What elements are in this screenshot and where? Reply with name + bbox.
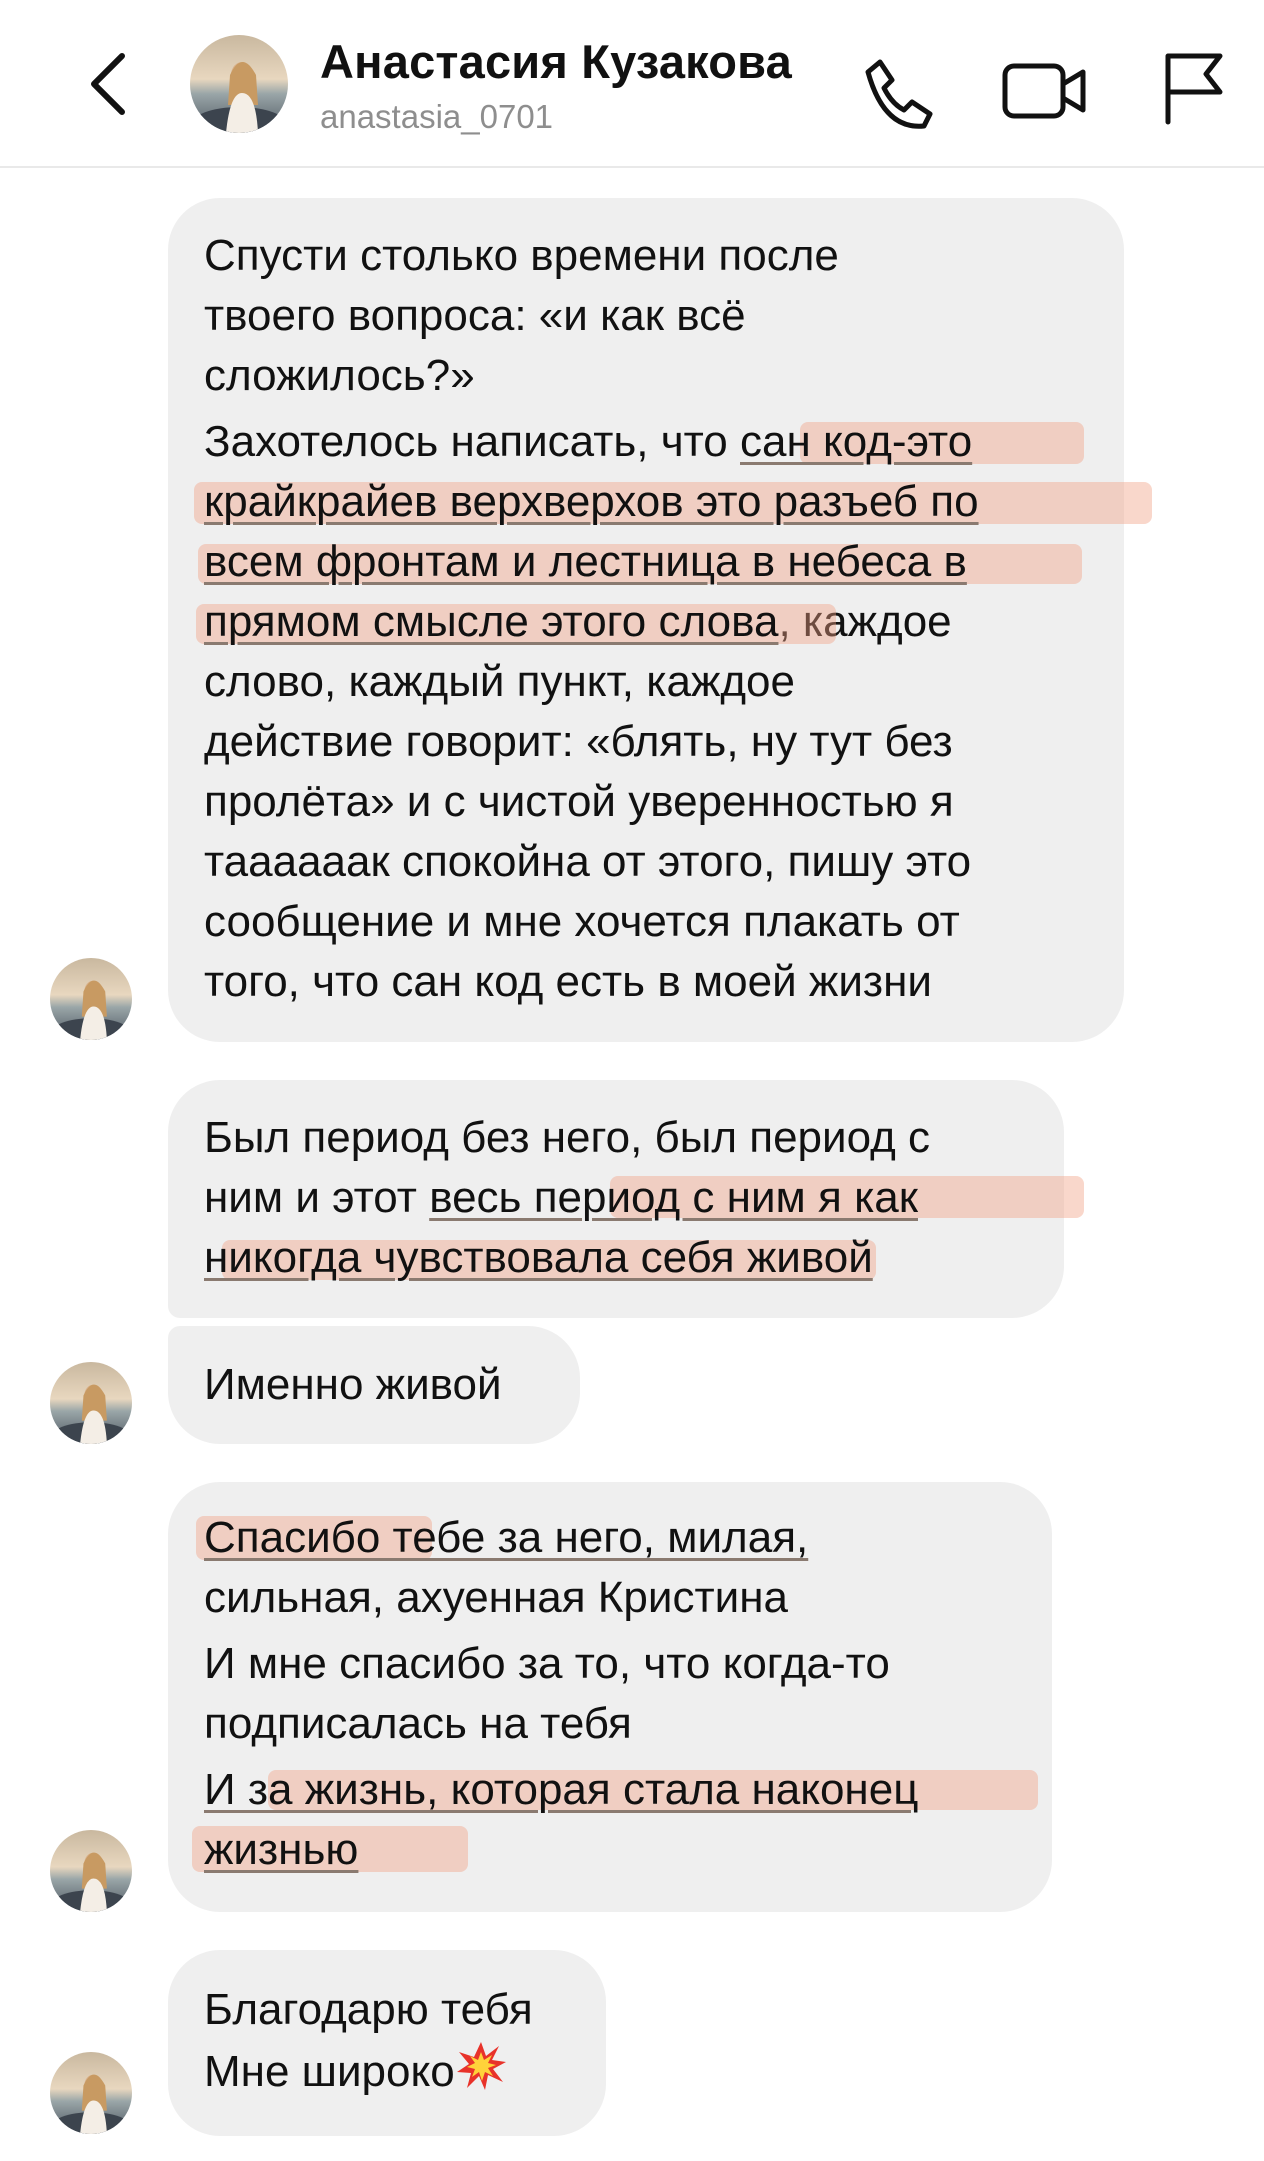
avatar-photo-icon (50, 2052, 132, 2134)
message-text-line: того, что сан код есть в моей жизни (204, 957, 932, 1006)
message-bubble[interactable]: Спусти столько времени после твоего вопр… (168, 198, 1152, 1042)
message-text-line: твоего вопроса: «и как всё (204, 291, 746, 340)
message-text-line: Спусти столько времени после (204, 231, 839, 280)
message-text-line: Был период без него, был период с (204, 1113, 930, 1162)
phone-icon (865, 59, 933, 129)
sender-avatar[interactable] (50, 1362, 132, 1444)
message-text-line: прямом смысле этого слова, каждое (196, 592, 1088, 652)
highlighted-text: жизнью (204, 1825, 359, 1874)
sender-avatar[interactable] (50, 1830, 132, 1912)
message-text-line: Благодарю тебя (204, 1985, 533, 2034)
highlighted-text: крайкрайев верхверхов это разъеб по (204, 477, 979, 526)
message-bubble[interactable]: Именно живой (168, 1326, 580, 1444)
message-text-line: всем фронтам и лестница в небеса в (198, 532, 1088, 592)
contact-name[interactable]: Анастасия Кузакова (320, 34, 792, 89)
avatar-photo-icon (50, 1362, 132, 1444)
message-text-line: сильная, ахуенная Кристина (204, 1573, 788, 1622)
sender-avatar[interactable] (50, 958, 132, 1040)
text-segment: Мне широко (204, 2047, 455, 2096)
message-bubble[interactable]: Был период без него, был период с ним и … (168, 1080, 1084, 1318)
highlighted-text: прямом смысле этого слова (204, 597, 779, 646)
highlighted-text: Спасибо тебе за него, милая, (204, 1513, 809, 1562)
message-text-line: И мне спасибо за то, что когда-то (204, 1639, 890, 1688)
avatar-photo-icon (190, 35, 288, 133)
message-text-line: сообщение и мне хочется плакать от (204, 897, 960, 946)
message-text-line: крайкрайев верхверхов это разъеб по (194, 472, 1152, 532)
message-text-line: действие говорит: «блять, ну тут без (204, 717, 953, 766)
message-text-line: Именно живой (204, 1360, 502, 1409)
chevron-left-icon (91, 53, 125, 115)
message-text-line: никогда чувствовала себя живой (204, 1228, 1028, 1288)
avatar-photo-icon (50, 958, 132, 1040)
message-bubble[interactable]: Спасибо тебе за него, милая, сильная, ах… (168, 1482, 1052, 1912)
message-text-line: Захотелось написать, что сан код-это (204, 412, 1088, 472)
text-segment: , каждое (778, 597, 952, 646)
back-button[interactable] (80, 48, 140, 120)
report-button[interactable] (1158, 50, 1228, 126)
sender-avatar[interactable] (50, 2052, 132, 2134)
video-camera-icon (1002, 63, 1086, 119)
highlighted-text: весь период с ним я как (429, 1173, 918, 1222)
collision-emoji-icon (455, 2040, 507, 2108)
message-text-line: И за жизнь, которая стала наконец (204, 1760, 1038, 1820)
message-text-line: Спасибо тебе за него, милая, (196, 1508, 1016, 1568)
avatar-photo-icon (50, 1830, 132, 1912)
text-segment: ним и этот (204, 1173, 430, 1222)
message-text-line: ним и этот весь период с ним я как (204, 1168, 1084, 1228)
message-text-line: пролёта» и с чистой уверенностью я (204, 777, 954, 826)
message-bubble[interactable]: Благодарю тебя Мне широко (168, 1950, 606, 2136)
contact-username: anastasia_0701 (320, 98, 554, 135)
highlighted-text: И за жизнь, которая стала наконец (204, 1765, 919, 1814)
contact-avatar[interactable] (190, 35, 288, 133)
video-call-button[interactable] (1000, 54, 1090, 126)
message-text-line: сложилось?» (204, 351, 475, 400)
flag-icon (1165, 53, 1223, 125)
message-text-line: жизнью (192, 1820, 1016, 1880)
message-text-line: Мне широко (204, 2040, 570, 2108)
highlighted-text: всем фронтам и лестница в небеса в (204, 537, 967, 586)
highlighted-text: сан код-это (740, 417, 973, 466)
highlighted-text: никогда чувствовала себя живой (204, 1233, 873, 1282)
message-text-line: таааааак спокойна от этого, пишу это (204, 837, 972, 886)
text-segment: Захотелось написать, что (204, 417, 740, 466)
message-text-line: слово, каждый пункт, каждое (204, 657, 795, 706)
call-button[interactable] (858, 52, 938, 132)
chat-header: Анастасия Кузакова anastasia_0701 (0, 0, 1264, 168)
message-text-line: подписалась на тебя (204, 1699, 632, 1748)
